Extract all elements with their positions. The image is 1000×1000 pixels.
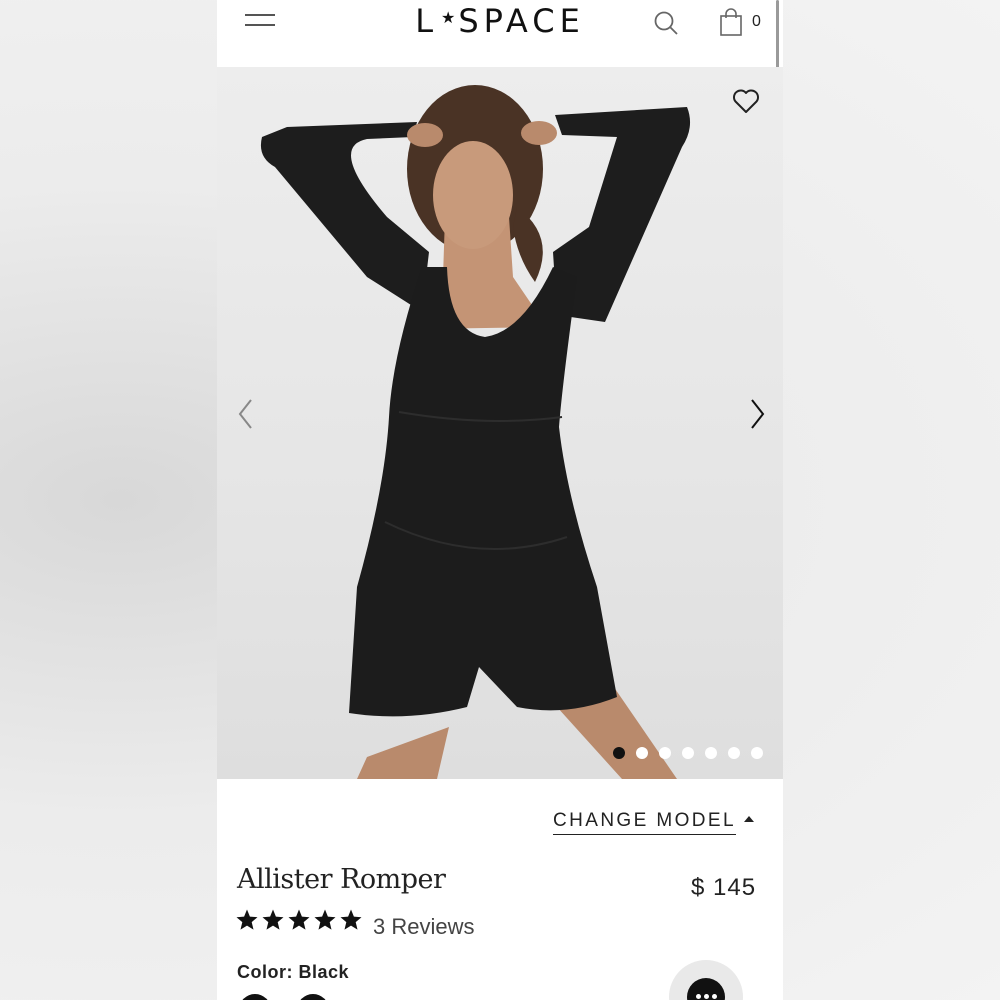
star-icon: [314, 909, 336, 930]
star-icon: [288, 909, 310, 930]
logo-word: SPACE: [458, 2, 585, 40]
caret-up-icon[interactable]: [744, 816, 754, 822]
carousel-dot[interactable]: [728, 747, 740, 759]
cart-count: 0: [752, 13, 761, 30]
star-icon: [236, 909, 258, 930]
product-price: $ 145: [691, 874, 757, 901]
color-swatch[interactable]: [297, 994, 329, 1000]
brand-logo[interactable]: L ★SPACE: [217, 2, 783, 40]
carousel-dot[interactable]: [751, 747, 763, 759]
product-name: Allister Romper: [237, 864, 446, 895]
carousel-dot[interactable]: [636, 747, 648, 759]
chat-button[interactable]: [669, 960, 743, 1000]
mobile-product-page: L ★SPACE 0 CHANGE MODEL Allister Romper …: [217, 0, 783, 1000]
carousel-dots: [613, 747, 763, 759]
chevron-right-icon[interactable]: [746, 397, 768, 431]
site-header: L ★SPACE 0: [217, 0, 783, 67]
chat-icon: [687, 978, 725, 1000]
color-label-text: Color:: [237, 962, 293, 982]
chevron-left-icon[interactable]: [235, 397, 257, 431]
search-icon[interactable]: [653, 10, 679, 36]
product-photo: [260, 85, 691, 779]
logo-star: ★: [441, 8, 456, 27]
carousel-dot[interactable]: [613, 747, 625, 759]
star-icon: [262, 909, 284, 930]
carousel-dot[interactable]: [682, 747, 694, 759]
product-image-carousel[interactable]: [217, 67, 783, 779]
color-value: Black: [298, 962, 350, 982]
reviews-link[interactable]: 3 Reviews: [373, 914, 474, 940]
heart-icon[interactable]: [732, 88, 760, 114]
color-swatch[interactable]: [239, 994, 271, 1000]
logo-letter: L: [415, 2, 439, 40]
star-rating[interactable]: [235, 908, 363, 932]
shopping-bag-icon[interactable]: [720, 8, 742, 36]
color-label: Color: Black: [237, 962, 349, 983]
carousel-dot[interactable]: [659, 747, 671, 759]
star-icon: [340, 909, 362, 930]
carousel-dot[interactable]: [705, 747, 717, 759]
change-model-link[interactable]: CHANGE MODEL: [553, 810, 736, 835]
